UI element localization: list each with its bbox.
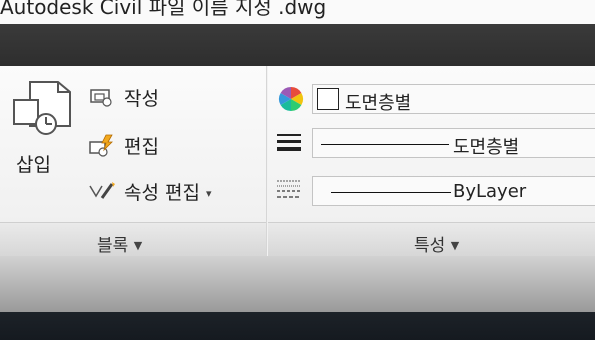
lower-toolbar-strip: [0, 256, 595, 312]
color-field[interactable]: 도면층별: [312, 84, 595, 114]
lineweight-field[interactable]: ByLayer: [312, 176, 595, 206]
lineweight-value: ByLayer: [453, 181, 527, 202]
attribute-edit-label: 속성 편집 ▾: [124, 178, 212, 205]
linetype-icon: [277, 180, 301, 198]
ribbon-tab-strip: [0, 24, 595, 66]
edit-block-button[interactable]: 편집: [84, 128, 260, 162]
chevron-down-icon: ▼: [450, 239, 460, 252]
create-block-button[interactable]: 작성: [84, 80, 260, 114]
linetype-preview: [321, 144, 449, 145]
color-wheel-icon: [278, 87, 304, 111]
properties-panel-title: 특성 ▼: [414, 231, 459, 256]
insert-label: 삽입: [16, 154, 51, 176]
insert-block-icon: [13, 81, 71, 135]
linetype-control[interactable]: 도면층별: [272, 126, 595, 160]
create-block-icon: [90, 89, 112, 107]
properties-panel-footer[interactable]: 특성 ▼: [268, 222, 595, 257]
chevron-down-icon: ▾: [206, 187, 212, 200]
bottom-dark-strip: [0, 312, 595, 340]
block-panel-title-text: 블록: [97, 236, 129, 256]
linetype-field[interactable]: 도면층별: [312, 128, 595, 158]
edit-block-icon: [89, 134, 113, 157]
linetype-value: 도면층별: [453, 137, 520, 158]
attribute-edit-text: 속성 편집: [124, 182, 200, 204]
create-label: 작성: [124, 88, 159, 110]
title-bar: Autodesk Civil 파일 이름 지정 .dwg: [0, 0, 595, 24]
lineweight-icon: [277, 134, 301, 151]
edit-attributes-icon: [89, 182, 115, 199]
window-title: Autodesk Civil 파일 이름 지정 .dwg: [0, 0, 327, 19]
properties-panel-title-text: 특성: [414, 236, 446, 256]
color-swatch: [317, 88, 339, 110]
edit-label: 편집: [124, 136, 159, 158]
chevron-down-icon: ▼: [133, 239, 143, 252]
block-panel-footer[interactable]: 블록 ▼: [0, 222, 266, 257]
color-control[interactable]: 도면층별: [272, 82, 595, 116]
color-value: 도면층별: [345, 93, 412, 114]
edit-attributes-button[interactable]: 속성 편집 ▾: [84, 174, 260, 208]
lineweight-control[interactable]: ByLayer: [272, 174, 595, 208]
lineweight-preview: [331, 192, 451, 193]
insert-button[interactable]: 삽입: [6, 76, 76, 182]
block-panel-title: 블록 ▼: [97, 231, 142, 256]
